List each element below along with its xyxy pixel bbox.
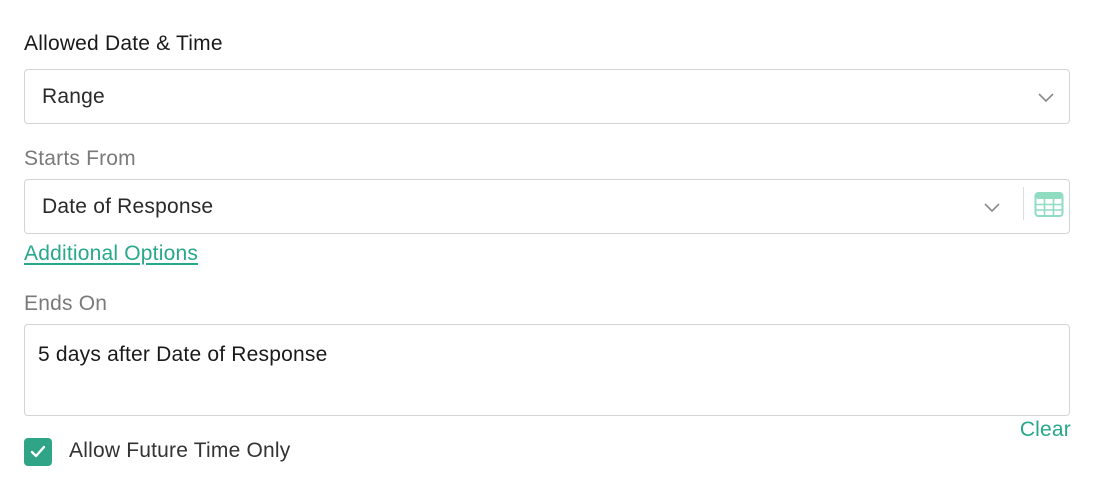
- allowed-range-dropdown[interactable]: Range: [24, 69, 1070, 124]
- field-divider: [1023, 187, 1024, 220]
- starts-from-label: Starts From: [24, 147, 136, 170]
- allow-future-time-label: Allow Future Time Only: [69, 439, 291, 462]
- starts-from-value: Date of Response: [42, 195, 214, 218]
- allowed-date-time-label: Allowed Date & Time: [24, 32, 223, 55]
- starts-from-dropdown[interactable]: Date of Response: [24, 179, 1070, 234]
- additional-options-link[interactable]: Additional Options: [24, 242, 198, 266]
- allow-future-time-checkbox[interactable]: [24, 438, 52, 466]
- ends-on-value: 5 days after Date of Response: [38, 343, 328, 366]
- checkmark-icon: [30, 445, 46, 458]
- chevron-down-icon: [1037, 88, 1055, 111]
- ends-on-field[interactable]: 5 days after Date of Response: [24, 324, 1070, 416]
- ends-on-label: Ends On: [24, 292, 108, 315]
- allowed-range-value: Range: [42, 85, 105, 108]
- clear-button[interactable]: Clear: [1020, 418, 1071, 442]
- calendar-icon[interactable]: [1034, 190, 1064, 223]
- chevron-down-icon[interactable]: [983, 198, 1001, 221]
